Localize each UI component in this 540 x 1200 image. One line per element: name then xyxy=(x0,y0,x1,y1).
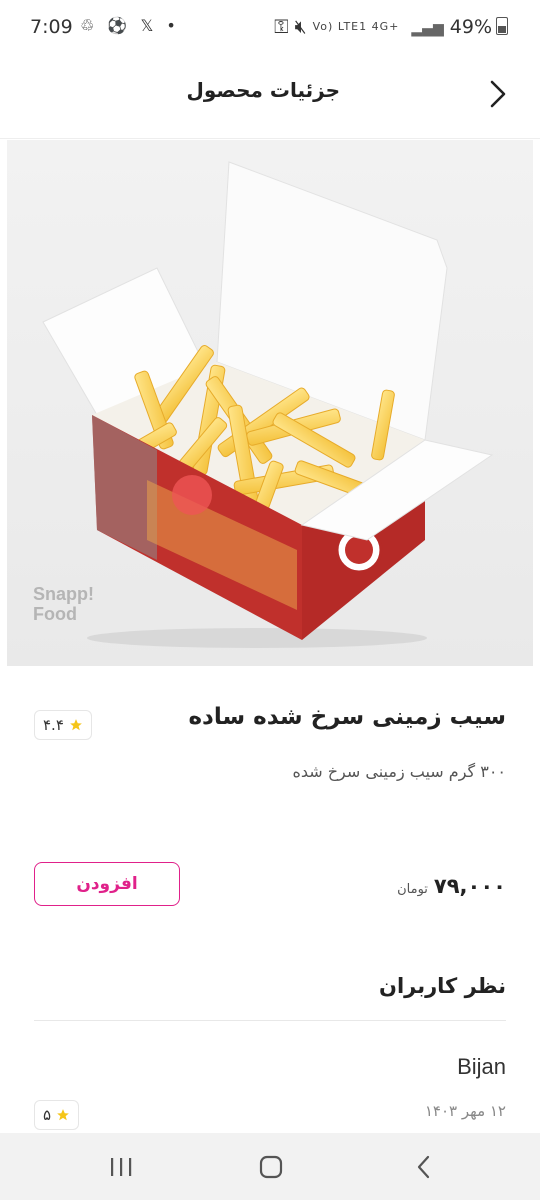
network-label: Vo) LTE1 4G+ xyxy=(312,20,400,33)
battery-percent: 49% xyxy=(449,16,492,38)
product-name: سیب زمینی سرخ شده ساده xyxy=(188,704,506,730)
review-rating-badge: ۵ xyxy=(34,1100,80,1130)
review-rating-value: ۵ xyxy=(43,1106,52,1124)
price: ۷۹,۰۰۰ تومان xyxy=(397,874,506,898)
star-icon xyxy=(70,719,82,731)
app-header: جزئیات محصول xyxy=(0,58,540,139)
status-notification-icons: ♲ ⚽ 𝕏 • xyxy=(80,16,180,35)
rating-badge: ۴.۴ xyxy=(34,710,92,740)
page-title: جزئیات محصول xyxy=(186,78,341,102)
chevron-left-icon xyxy=(417,1155,430,1179)
recent-apps-icon xyxy=(111,1158,132,1176)
home-button[interactable] xyxy=(251,1151,291,1183)
status-right: ⚿ 🔇︎ Vo) LTE1 4G+ ▂▄▆ 49% xyxy=(274,16,508,38)
status-time: 7:09 xyxy=(30,16,73,38)
recent-apps-button[interactable] xyxy=(101,1151,141,1183)
snappfood-watermark: Snapp! Food xyxy=(33,584,94,624)
review-date: ۱۲ مهر ۱۴۰۳ xyxy=(424,1102,506,1120)
mute-icon: 🔇︎ xyxy=(294,16,307,38)
back-button[interactable] xyxy=(480,76,516,112)
product-description: ۳۰۰ گرم سیب زمینی سرخ شده xyxy=(292,762,506,781)
key-icon: ⚿ xyxy=(274,16,289,38)
chevron-right-icon xyxy=(490,80,506,108)
battery-icon xyxy=(496,17,508,35)
status-bar: 7:09 ♲ ⚽ 𝕏 • ⚿ 🔇︎ Vo) LTE1 4G+ ▂▄▆ 49% xyxy=(0,0,540,58)
star-icon xyxy=(57,1109,69,1121)
watermark-line1: Snapp! xyxy=(33,584,94,604)
system-nav-bar xyxy=(0,1133,540,1200)
review-author: Bijan xyxy=(457,1054,506,1079)
add-to-cart-button[interactable]: افزودن xyxy=(34,862,180,906)
back-nav-button[interactable] xyxy=(404,1151,444,1183)
watermark-line2: Food xyxy=(33,604,77,624)
signal-icon: ▂▄▆ xyxy=(411,21,444,37)
price-unit: تومان xyxy=(397,882,428,897)
product-image: Snapp! Food xyxy=(7,140,533,666)
rating-value: ۴.۴ xyxy=(43,716,64,734)
divider xyxy=(34,1020,506,1021)
reviews-title: نظر کاربران xyxy=(379,974,506,998)
home-icon xyxy=(259,1155,283,1179)
price-value: ۷۹,۰۰۰ xyxy=(433,874,506,898)
